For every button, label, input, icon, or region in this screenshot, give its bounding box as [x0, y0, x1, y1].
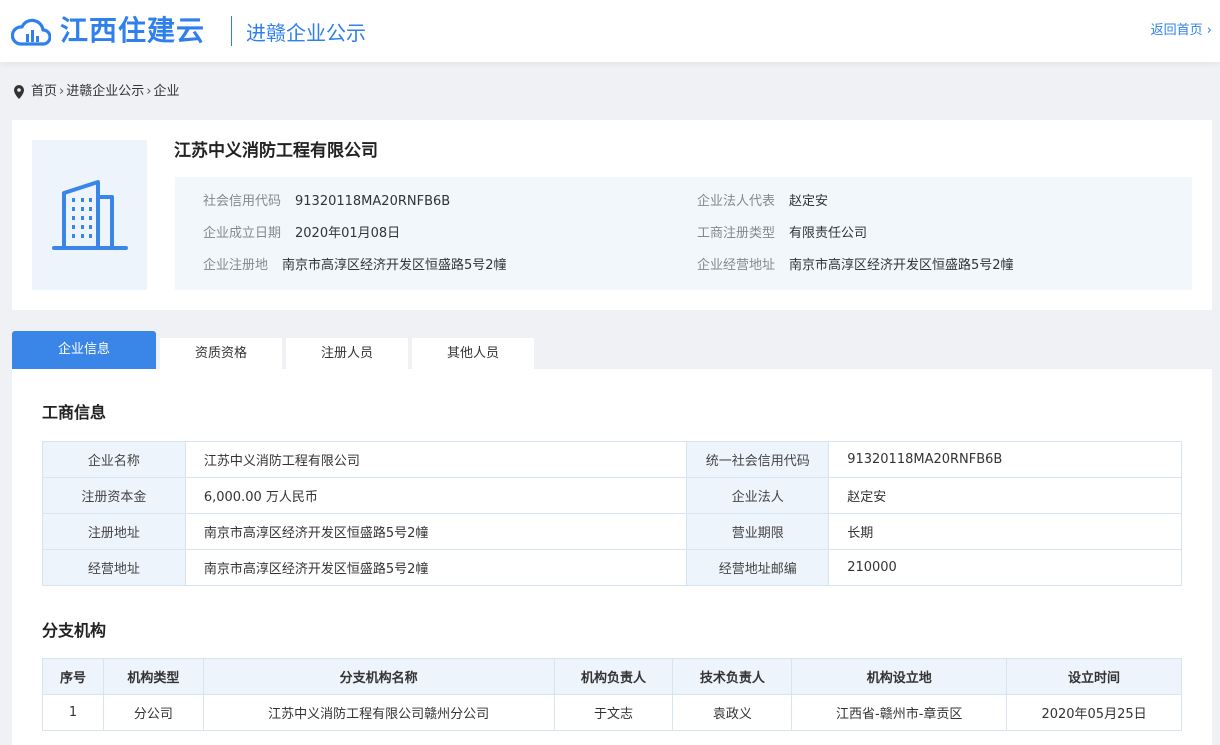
info-value: 2020年01月08日 [295, 226, 401, 241]
return-home-label: 返回首页 [1150, 23, 1203, 38]
info-label: 企业成立日期 [203, 226, 282, 241]
building-icon [51, 180, 128, 250]
field-value: 南京市高淳区经济开发区恒盛路5号2幢 [184, 513, 688, 550]
info-founded-date: 企业成立日期 2020年01月08日 [203, 224, 400, 244]
column-header: 分支机构名称 [202, 658, 555, 695]
table-header-row: 序号 机构类型 分支机构名称 机构负责人 技术负责人 机构设立地 设立时间 [42, 658, 1182, 695]
tab-qualifications[interactable]: 资质资格 [160, 338, 282, 369]
field-label: 企业法人 [686, 477, 830, 514]
table-cell: 江西省-赣州市-章贡区 [791, 694, 1008, 731]
info-value: 91320118MA20RNFB6B [295, 194, 451, 209]
table-row: 企业名称 江苏中义消防工程有限公司 统一社会信用代码 91320118MA20R… [42, 441, 1182, 478]
location-pin-icon [14, 85, 24, 99]
table-row: 注册地址 南京市高淳区经济开发区恒盛路5号2幢 营业期限 长期 [42, 513, 1182, 550]
brand-divider [231, 16, 232, 46]
tab-registered-staff[interactable]: 注册人员 [286, 338, 408, 369]
table-cell: 袁政义 [672, 694, 793, 731]
info-legal-rep: 企业法人代表 赵定安 [697, 192, 828, 212]
field-value: 210000 [828, 549, 1182, 586]
column-header: 序号 [42, 658, 104, 695]
table-row: 1 分公司 江苏中义消防工程有限公司赣州分公司 于文志 袁政义 江西省-赣州市-… [42, 694, 1182, 731]
column-header: 机构设立地 [791, 658, 1008, 695]
chevron-right-icon: › [146, 84, 152, 99]
info-label: 企业注册地 [203, 258, 269, 273]
info-value: 南京市高淳区经济开发区恒盛路5号2幢 [789, 258, 1014, 273]
tab-content: 工商信息 企业名称 江苏中义消防工程有限公司 统一社会信用代码 91320118… [12, 369, 1212, 745]
info-label: 工商注册类型 [697, 226, 776, 241]
column-header: 技术负责人 [672, 658, 793, 695]
table-cell: 分公司 [102, 694, 204, 731]
info-label: 社会信用代码 [203, 194, 282, 209]
field-value: 91320118MA20RNFB6B [828, 441, 1182, 478]
chevron-right-icon: › [59, 84, 65, 99]
page-subtitle: 进赣企业公示 [246, 21, 366, 45]
business-info-table: 企业名称 江苏中义消防工程有限公司 统一社会信用代码 91320118MA20R… [42, 441, 1182, 586]
field-label: 注册资本金 [42, 477, 186, 514]
info-registered-address: 企业注册地 南京市高淳区经济开发区恒盛路5号2幢 [203, 256, 507, 276]
info-value: 有限责任公司 [789, 226, 868, 241]
brand-name: 江西住建云 [60, 14, 206, 47]
top-bar: 江西住建云 进赣企业公示 返回首页 › [0, 0, 1220, 62]
field-value: 南京市高淳区经济开发区恒盛路5号2幢 [184, 549, 688, 586]
column-header: 机构类型 [102, 658, 204, 695]
field-value: 6,000.00 万人民币 [184, 477, 688, 514]
table-cell: 江苏中义消防工程有限公司赣州分公司 [202, 694, 555, 731]
company-summary: 社会信用代码 91320118MA20RNFB6B 企业法人代表 赵定安 企业成立日… [175, 177, 1192, 290]
tab-other-staff[interactable]: 其他人员 [412, 338, 534, 369]
table-cell: 2020年05月25日 [1006, 694, 1182, 731]
company-logo [32, 140, 147, 290]
chevron-right-icon: › [1206, 23, 1212, 38]
table-cell: 1 [42, 694, 104, 731]
field-value: 赵定安 [828, 477, 1182, 514]
info-business-address: 企业经营地址 南京市高淳区经济开发区恒盛路5号2幢 [697, 256, 1014, 276]
table-row: 注册资本金 6,000.00 万人民币 企业法人 赵定安 [42, 477, 1182, 514]
business-info-title: 工商信息 [42, 403, 107, 422]
branches-title: 分支机构 [42, 621, 107, 640]
field-label: 营业期限 [686, 513, 830, 550]
breadcrumb-current: 企业 [153, 84, 180, 99]
field-value: 长期 [828, 513, 1182, 550]
field-label: 经营地址邮编 [686, 549, 830, 586]
field-value: 江苏中义消防工程有限公司 [184, 441, 688, 478]
info-credit-code: 社会信用代码 91320118MA20RNFB6B [203, 192, 450, 212]
cloud-logo-icon [11, 18, 51, 46]
field-label: 企业名称 [42, 441, 186, 478]
table-row: 经营地址 南京市高淳区经济开发区恒盛路5号2幢 经营地址邮编 210000 [42, 549, 1182, 586]
field-label: 经营地址 [42, 549, 186, 586]
field-label: 注册地址 [42, 513, 186, 550]
branches-table: 序号 机构类型 分支机构名称 机构负责人 技术负责人 机构设立地 设立时间 1 … [42, 658, 1182, 731]
field-label: 统一社会信用代码 [686, 441, 830, 478]
column-header: 设立时间 [1006, 658, 1182, 695]
info-value: 南京市高淳区经济开发区恒盛路5号2幢 [282, 258, 507, 273]
breadcrumb: 首页 › 进赣企业公示 › 企业 [13, 82, 179, 102]
info-registration-type: 工商注册类型 有限责任公司 [697, 224, 867, 244]
info-label: 企业法人代表 [697, 194, 776, 209]
breadcrumb-home[interactable]: 首页 [31, 82, 57, 102]
column-header: 机构负责人 [553, 658, 674, 695]
info-label: 企业经营地址 [697, 258, 776, 273]
return-home-link[interactable]: 返回首页 › [1151, 22, 1212, 40]
tab-enterprise-info[interactable]: 企业信息 [12, 331, 156, 369]
info-value: 赵定安 [789, 194, 829, 209]
breadcrumb-enterprise-list[interactable]: 进赣企业公示 [66, 82, 144, 102]
table-cell: 于文志 [553, 694, 674, 731]
company-card: 江苏中义消防工程有限公司 社会信用代码 91320118MA20RNFB6B 企业… [12, 120, 1212, 310]
company-name: 江苏中义消防工程有限公司 [174, 141, 378, 161]
